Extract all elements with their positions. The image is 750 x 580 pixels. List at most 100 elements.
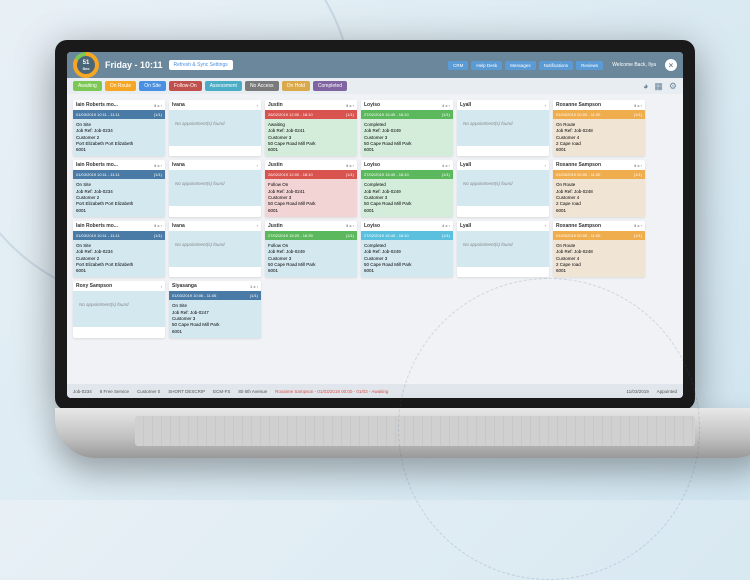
nav-messages[interactable]: Messages: [505, 61, 536, 70]
appointment-card[interactable]: Loyiso4 x ›27/02/2019 15:49 - 16:10(1/1)…: [361, 160, 453, 216]
nav-reviews[interactable]: Reviews: [576, 61, 603, 70]
appointment-card[interactable]: Iain Roberts mo...3 x ›01/03/2019 10:11 …: [73, 160, 165, 216]
filter-awaiting[interactable]: Awaiting: [73, 81, 102, 91]
card-line: 6001: [556, 268, 642, 274]
card-body: CompletedJob Ref: Job-0249Customer 350 C…: [361, 119, 453, 156]
card-header: Roxanne Sampson3 x ›: [553, 160, 645, 170]
tech-name: Lyall: [460, 223, 471, 229]
grid-icon[interactable]: ▦: [654, 81, 663, 92]
filter-completed[interactable]: Completed: [313, 81, 347, 91]
filter-onsite[interactable]: On Site: [139, 81, 166, 91]
progress-pct: (1/1): [346, 112, 354, 117]
progress-pct: (1/1): [154, 112, 162, 117]
progress-pct: (1/1): [154, 233, 162, 238]
appointment-card[interactable]: Lyall ›No appointment(s) found: [457, 160, 549, 216]
card-line: 6001: [268, 268, 354, 274]
appointment-card[interactable]: Loyiso4 x ›27/02/2019 15:49 - 16:10(1/1)…: [361, 221, 453, 277]
card-header: Iain Roberts mo...3 x ›: [73, 221, 165, 231]
appointment-card[interactable]: Roxanne Sampson3 x ›01/03/2019 00:00 - 1…: [553, 221, 645, 277]
card-time-bar: 01/03/2019 00:00 - 11:00(1/1): [553, 110, 645, 119]
tech-name: Roxanne Sampson: [556, 102, 601, 108]
card-body: On SiteJob Ref: Job-0247Customer 350 Cap…: [169, 300, 261, 337]
job-count: ›: [161, 284, 162, 289]
filter-onroute[interactable]: On Route: [105, 81, 136, 91]
nav-notifications[interactable]: Notifications: [539, 61, 574, 70]
tech-name: Justin: [268, 162, 283, 168]
card-header: Ivana ›: [169, 100, 261, 110]
refresh-sync-button[interactable]: Refresh & Sync Settings: [169, 60, 233, 70]
progress-pct: (1/1): [346, 172, 354, 177]
refresh-timer[interactable]: 51 Sec: [73, 52, 99, 78]
card-body: No appointment(s) found: [457, 110, 549, 146]
footer-addr: 80 6th Avenue: [238, 389, 267, 394]
job-count: ›: [545, 163, 546, 168]
appointment-card[interactable]: Ivana ›No appointment(s) found: [169, 221, 261, 277]
card-time-bar: 01/03/2019 10:11 - 11:11(1/1): [73, 170, 165, 179]
card-body: On RouteJob Ref: Job-0248Customer 42 Cap…: [553, 179, 645, 216]
card-header: Ivana ›: [169, 160, 261, 170]
card-time-bar: 27/02/2019 15:49 - 16:10(1/1): [361, 170, 453, 179]
appointment-card[interactable]: Lyall ›No appointment(s) found: [457, 221, 549, 277]
nav-crm[interactable]: CRM: [448, 61, 468, 70]
filter-assessment[interactable]: Assessment: [205, 81, 242, 91]
appointment-card[interactable]: Ivana ›No appointment(s) found: [169, 160, 261, 216]
filter-onhold[interactable]: On Hold: [282, 81, 310, 91]
appointment-card[interactable]: Justin3 x ›26/02/2019 12:00 - 18:10(1/1)…: [265, 160, 357, 216]
card-body: Follow OnJob Ref: Job-0241Customer 350 C…: [265, 179, 357, 216]
appointment-card[interactable]: Siyasanga1 x ›01/03/2019 10:06 - 11:06(1…: [169, 281, 261, 337]
card-header: Iain Roberts mo...3 x ›: [73, 100, 165, 110]
card-time-bar: 27/02/2019 15:20 - 16:39(1/1): [265, 231, 357, 240]
tech-name: Lyall: [460, 162, 471, 168]
tech-name: Loyiso: [364, 223, 380, 229]
tech-name: Roxanne Sampson: [556, 162, 601, 168]
appointment-card[interactable]: Roxy Sampson ›No appointment(s) found: [73, 281, 165, 337]
progress-pct: (1/1): [250, 293, 258, 298]
appointment-card[interactable]: Iain Roberts mo...3 x ›01/03/2019 10:11 …: [73, 100, 165, 156]
card-line: 6001: [364, 147, 450, 153]
job-count: ›: [545, 103, 546, 108]
appointment-time: 27/02/2019 15:49 - 16:10: [364, 112, 409, 117]
filter-followon[interactable]: Follow-On: [169, 81, 202, 91]
footer-date: 11/03/2019: [627, 389, 649, 394]
card-body: No appointment(s) found: [169, 110, 261, 146]
appointment-card[interactable]: Justin3 x ›27/02/2019 15:20 - 16:39(1/1)…: [265, 221, 357, 277]
card-body: On SiteJob Ref: Job-0234Customer 2Port E…: [73, 240, 165, 277]
appointment-card[interactable]: Justin3 x ›26/02/2019 12:00 - 18:10(1/1)…: [265, 100, 357, 156]
tech-name: Justin: [268, 223, 283, 229]
close-icon[interactable]: ×: [665, 59, 677, 71]
appointment-card[interactable]: Ivana ›No appointment(s) found: [169, 100, 261, 156]
nav-helpdesk[interactable]: Help Desk: [471, 61, 502, 70]
share-icon[interactable]: ⚙: [669, 81, 677, 92]
card-body: No appointment(s) found: [169, 170, 261, 206]
appointment-time: 01/03/2019 10:11 - 11:11: [76, 233, 120, 238]
appointment-card[interactable]: Lyall ›No appointment(s) found: [457, 100, 549, 156]
tech-name: Roxy Sampson: [76, 283, 112, 289]
timer-unit: Sec: [82, 66, 89, 71]
card-line: 6001: [268, 147, 354, 153]
empty-message: No appointment(s) found: [460, 234, 546, 256]
page-title: Friday - 10:11: [105, 60, 163, 70]
card-time-bar: 01/03/2019 00:00 - 11:00(1/1): [553, 231, 645, 240]
header-nav: CRM Help Desk Messages Notifications Rev…: [448, 61, 603, 70]
pie-chart-icon[interactable]: ◕: [643, 81, 648, 92]
appointment-card[interactable]: Loyiso4 x ›27/02/2019 15:49 - 16:10(1/1)…: [361, 100, 453, 156]
card-time-bar: 27/02/2019 15:49 - 16:10(1/1): [361, 110, 453, 119]
card-header: Roxanne Sampson3 x ›: [553, 100, 645, 110]
appointment-card[interactable]: Roxanne Sampson3 x ›01/03/2019 00:00 - 1…: [553, 160, 645, 216]
card-body: On SiteJob Ref: Job-0234Customer 2Port E…: [73, 179, 165, 216]
filter-noaccess[interactable]: No Access: [245, 81, 279, 91]
status-footer: Job-0234 8 Free Service Customer 0 SHORT…: [67, 384, 683, 398]
footer-code: ECM-FS: [213, 389, 230, 394]
card-line: 6001: [556, 208, 642, 214]
appointment-card[interactable]: Roxanne Sampson3 x ›01/03/2019 00:00 - 1…: [553, 100, 645, 156]
appointment-card[interactable]: Iain Roberts mo...3 x › 01/03/2019 10:11 …: [73, 221, 165, 277]
card-header: Lyall ›: [457, 100, 549, 110]
app-header: 51 Sec Friday - 10:11 Refresh & Sync Set…: [67, 52, 683, 78]
card-line: 6001: [364, 208, 450, 214]
card-time-bar: 01/03/2019 00:00 - 11:00(1/1): [553, 170, 645, 179]
status-filter-bar: Awaiting On Route On Site Follow-On Asse…: [67, 78, 683, 94]
appointment-time: 27/02/2019 15:49 - 16:10: [364, 233, 409, 238]
schedule-row: Iain Roberts mo...3 x ›01/03/2019 10:11 …: [73, 100, 677, 156]
timer-value: 51 Sec: [77, 56, 95, 74]
schedule-row: Roxy Sampson ›No appointment(s) foundSiy…: [73, 281, 677, 337]
